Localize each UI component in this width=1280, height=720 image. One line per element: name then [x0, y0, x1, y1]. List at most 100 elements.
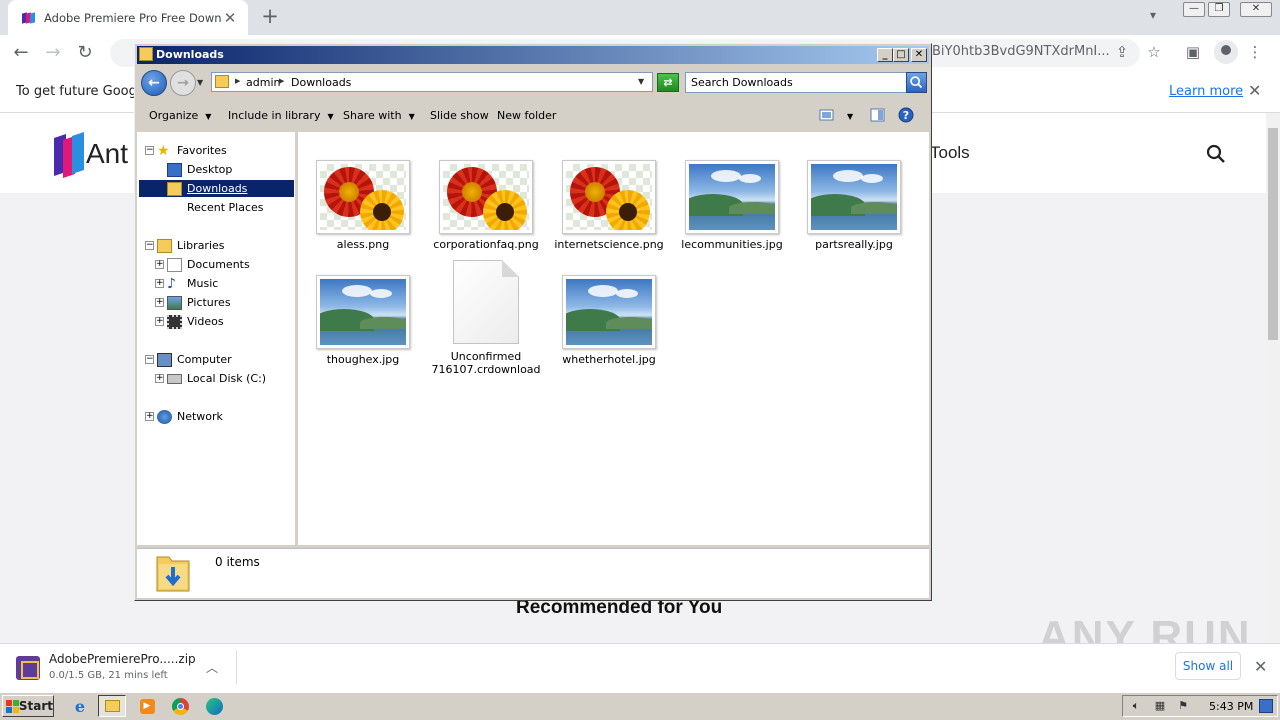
collapse-favorites-icon[interactable]: − — [145, 146, 154, 155]
volume-icon[interactable]: 🔈︎ — [1129, 699, 1143, 713]
tab-search-chevron-icon[interactable]: ▾ — [1150, 8, 1156, 22]
browser-tab[interactable]: Adobe Premiere Pro Free Download ✕ — [8, 0, 248, 35]
explorer-maximize-button[interactable]: □ — [893, 48, 909, 62]
archive-file-icon[interactable] — [16, 656, 40, 680]
explorer-search-input[interactable]: Search Downloads — [685, 72, 907, 93]
download-chevron-up-icon[interactable]: ︿ — [206, 659, 218, 676]
show-all-button[interactable]: Show all — [1175, 652, 1241, 680]
breadcrumb-downloads[interactable]: Downloads — [291, 76, 351, 89]
explorer-taskbar-icon[interactable] — [98, 695, 126, 717]
start-button[interactable]: Start — [2, 695, 54, 717]
media-player-icon[interactable]: ▶ — [133, 695, 161, 717]
refresh-icon[interactable]: ⇄ — [657, 73, 679, 92]
explorer-back-icon[interactable]: ← — [141, 70, 167, 96]
nav-desktop[interactable]: Desktop — [167, 161, 232, 178]
minimize-button[interactable]: — — [1183, 2, 1205, 17]
site-nav-tools[interactable]: Tools — [930, 143, 970, 163]
include-in-library-menu[interactable]: Include in library ▼ — [228, 109, 334, 122]
nav-music[interactable]: ♪ Music — [167, 275, 218, 292]
info-bar-close-icon[interactable]: ✕ — [1248, 81, 1261, 100]
nav-favorites[interactable]: ★ Favorites — [157, 142, 227, 159]
nav-computer[interactable]: Computer — [157, 351, 232, 368]
internet-explorer-icon[interactable]: e — [66, 695, 94, 717]
file-item[interactable]: lecommunities.jpg — [671, 160, 793, 251]
site-logo-icon[interactable] — [54, 132, 86, 178]
window-title: Downloads — [156, 48, 224, 61]
file-item[interactable]: Unconfirmed 716107.crdownload — [425, 260, 547, 376]
share-icon[interactable]: ⇪ — [1112, 42, 1132, 62]
help-icon[interactable]: ? — [898, 107, 914, 123]
recent-pages-dropdown-icon[interactable]: ▼ — [197, 78, 203, 87]
reload-icon[interactable]: ↻ — [73, 41, 97, 65]
new-folder-button[interactable]: New folder — [497, 109, 556, 122]
nav-libraries[interactable]: Libraries — [157, 237, 225, 254]
breadcrumb-arrow-icon[interactable]: ▶ — [235, 77, 240, 85]
breadcrumb-admin[interactable]: admin — [246, 76, 280, 89]
expand-local-disk-icon[interactable]: + — [155, 374, 164, 383]
network-status-icon[interactable]: ▦ — [1153, 699, 1167, 713]
nav-downloads[interactable]: Downloads — [139, 180, 294, 197]
page-scroll-thumb[interactable] — [1268, 128, 1278, 340]
slide-show-button[interactable]: Slide show — [430, 109, 489, 122]
share-with-menu[interactable]: Share with ▼ — [343, 109, 415, 122]
file-item[interactable]: whetherhotel.jpg — [548, 275, 670, 366]
edge-icon[interactable] — [200, 695, 228, 717]
chrome-icon[interactable] — [166, 695, 194, 717]
libraries-icon — [157, 238, 172, 253]
expand-documents-icon[interactable]: + — [155, 260, 164, 269]
new-tab-button[interactable]: + — [258, 4, 282, 28]
nav-local-disk[interactable]: Local Disk (C:) — [167, 370, 266, 387]
nav-pictures[interactable]: Pictures — [167, 294, 231, 311]
view-options-dropdown-icon[interactable]: ▼ — [847, 112, 853, 121]
expand-videos-icon[interactable]: + — [155, 317, 164, 326]
restore-button[interactable]: ❐ — [1208, 2, 1230, 17]
expand-pictures-icon[interactable]: + — [155, 298, 164, 307]
taskbar-clock[interactable]: 5:43 PM — [1209, 700, 1253, 713]
file-name: lecommunities.jpg — [681, 238, 783, 251]
action-center-flag-icon[interactable]: ⚑ — [1176, 699, 1190, 713]
nav-recent-places[interactable]: Recent Places — [167, 199, 264, 216]
svg-text:?: ? — [903, 109, 909, 122]
site-search-icon[interactable] — [1205, 143, 1227, 165]
nav-documents[interactable]: Documents — [167, 256, 250, 273]
download-bar — [0, 643, 1280, 692]
file-item[interactable]: corporationfaq.png — [425, 160, 547, 251]
menu-kebab-icon[interactable]: ⋮ — [1245, 42, 1265, 62]
videos-icon — [167, 314, 182, 329]
explorer-close-button[interactable]: ✕ — [911, 48, 927, 62]
learn-more-link[interactable]: Learn more — [1169, 84, 1243, 99]
download-file-name[interactable]: AdobePremierePro.....zip — [49, 652, 196, 666]
download-bar-close-icon[interactable]: ✕ — [1254, 657, 1267, 676]
tab-close-icon[interactable]: ✕ — [222, 9, 238, 27]
collapse-libraries-icon[interactable]: − — [145, 241, 154, 250]
change-view-icon[interactable] — [819, 108, 834, 122]
profile-avatar[interactable] — [1214, 40, 1238, 64]
bookmark-star-icon[interactable]: ☆ — [1144, 42, 1164, 62]
nav-network[interactable]: Network — [157, 408, 223, 425]
nav-network-label: Network — [177, 410, 223, 423]
explorer-search-icon[interactable] — [906, 72, 927, 93]
file-name: corporationfaq.png — [433, 238, 539, 251]
organize-label: Organize — [149, 109, 199, 122]
side-panel-icon[interactable]: ▣ — [1183, 42, 1203, 62]
explorer-titlebar[interactable] — [137, 46, 929, 64]
file-item[interactable]: internetscience.png — [548, 160, 670, 251]
site-name[interactable]: Ant — [86, 138, 128, 170]
address-dropdown-icon[interactable]: ▼ — [638, 77, 644, 86]
organize-menu[interactable]: Organize ▼ — [149, 109, 211, 122]
file-item[interactable]: thoughex.jpg — [302, 275, 424, 366]
explorer-forward-icon[interactable]: → — [170, 70, 196, 96]
explorer-minimize-button[interactable]: _ — [877, 48, 893, 62]
close-window-button[interactable]: ✕ — [1240, 2, 1272, 17]
expand-network-icon[interactable]: + — [145, 412, 154, 421]
breadcrumb-arrow-icon[interactable]: ▶ — [279, 77, 284, 85]
preview-pane-icon[interactable] — [870, 108, 885, 122]
show-desktop-icon[interactable] — [1259, 699, 1273, 713]
nav-videos[interactable]: Videos — [167, 313, 224, 330]
back-arrow-icon[interactable]: ← — [9, 41, 33, 65]
collapse-computer-icon[interactable]: − — [145, 355, 154, 364]
forward-arrow-icon[interactable]: → — [41, 41, 65, 65]
expand-music-icon[interactable]: + — [155, 279, 164, 288]
file-item[interactable]: aless.png — [302, 160, 424, 251]
file-item[interactable]: partsreally.jpg — [793, 160, 915, 251]
